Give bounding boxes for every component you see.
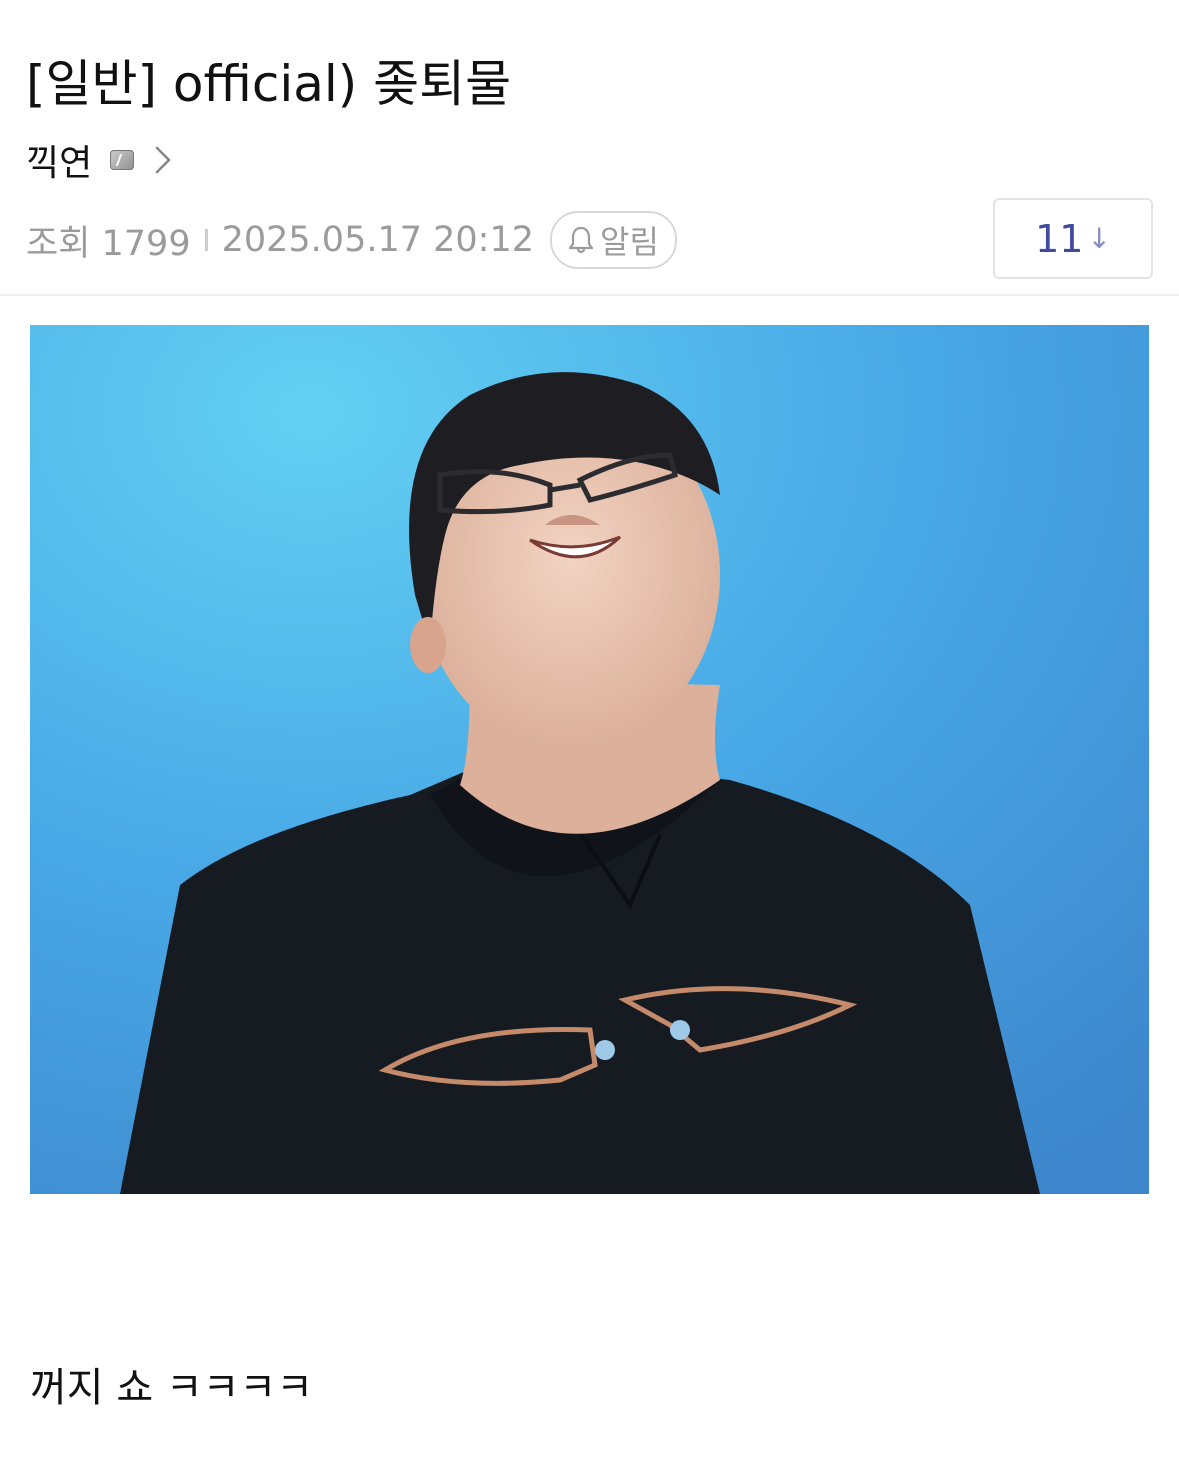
- post-datetime: 2025.05.17 20:12: [221, 220, 534, 260]
- comment-jump-button[interactable]: 11 ↓: [993, 198, 1153, 279]
- meta-separator: [204, 229, 208, 251]
- author-name[interactable]: 끽연: [26, 134, 92, 186]
- bell-icon: [568, 226, 594, 254]
- gallery-badge-icon: [110, 150, 135, 170]
- author-row[interactable]: 끽연: [26, 136, 174, 184]
- view-count: 조회 1799: [26, 223, 191, 264]
- arrow-down-icon: ↓: [1087, 222, 1111, 255]
- alert-button[interactable]: 알림: [550, 211, 677, 269]
- post-image[interactable]: [30, 325, 1149, 1194]
- post-meta: 조회 1799 2025.05.17 20:12 알림: [26, 211, 677, 269]
- alert-label: 알림: [600, 223, 659, 261]
- chevron-right-icon[interactable]: [152, 145, 174, 175]
- comment-count: 11: [1035, 216, 1084, 261]
- post-body: 꺼지 쇼 ㅋㅋㅋㅋ: [30, 1365, 314, 1411]
- header-divider: [0, 294, 1179, 296]
- photo-illustration: [30, 325, 1149, 1194]
- post-title: [일반] official) 좆퇴물: [26, 55, 512, 113]
